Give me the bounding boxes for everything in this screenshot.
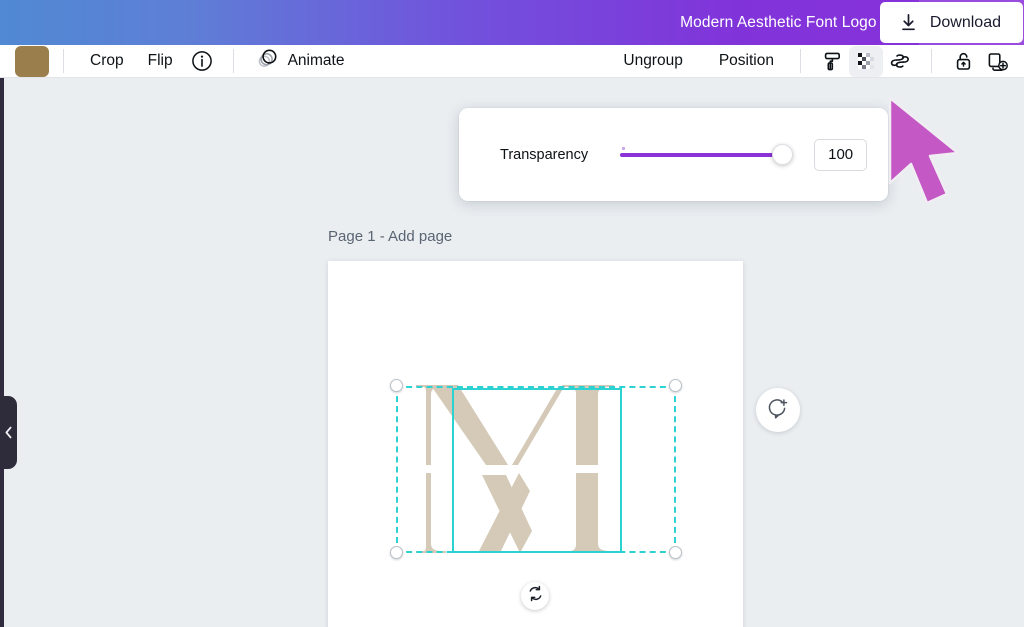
slider-track bbox=[620, 152, 788, 157]
resize-handle-bottom-right[interactable] bbox=[669, 546, 682, 559]
position-button[interactable]: Position bbox=[707, 46, 786, 76]
element-color-swatch[interactable] bbox=[15, 45, 49, 77]
toolbar-right-group: Ungroup Position bbox=[611, 45, 1024, 77]
logo-artwork-m[interactable] bbox=[386, 379, 686, 559]
chevron-left-icon bbox=[3, 425, 14, 440]
document-title: Modern Aesthetic Font Logo bbox=[680, 13, 877, 31]
flip-button[interactable]: Flip bbox=[136, 46, 185, 76]
resize-handle-bottom-left[interactable] bbox=[390, 546, 403, 559]
add-comment-icon bbox=[766, 396, 790, 425]
canva-editor-window: Modern Aesthetic Font Logo Share Downloa… bbox=[0, 0, 1024, 627]
design-page[interactable] bbox=[328, 261, 743, 627]
toolbar-divider-3 bbox=[800, 49, 801, 73]
slider-min-tick bbox=[622, 146, 626, 150]
slider-thumb[interactable] bbox=[772, 143, 794, 165]
crop-button[interactable]: Crop bbox=[78, 46, 136, 76]
toolbar-divider-4 bbox=[931, 49, 932, 73]
link-icon[interactable] bbox=[883, 46, 917, 77]
rotate-icon bbox=[527, 585, 544, 607]
toolbar-divider-2 bbox=[232, 49, 234, 73]
ungroup-button[interactable]: Ungroup bbox=[611, 46, 694, 76]
animate-label: Animate bbox=[287, 52, 345, 69]
animate-button[interactable]: Animate bbox=[248, 42, 357, 80]
transparency-slider[interactable] bbox=[620, 143, 794, 165]
paint-roller-icon[interactable] bbox=[815, 46, 849, 77]
transparency-value-input[interactable]: 100 bbox=[814, 138, 868, 171]
sidebar-collapse-toggle[interactable] bbox=[0, 396, 17, 469]
resize-handle-top-left[interactable] bbox=[390, 379, 403, 392]
element-toolbar: Crop Flip Animate Ungroup Position bbox=[0, 45, 1024, 78]
transparency-checkerboard-icon[interactable] bbox=[849, 45, 883, 77]
download-button-label: Download bbox=[929, 13, 1001, 31]
transparency-panel: Transparency 100 bbox=[459, 108, 888, 201]
toolbar-left-group: Crop Flip Animate bbox=[0, 42, 356, 80]
page-label[interactable]: Page 1 - Add page bbox=[328, 228, 452, 245]
left-rail bbox=[0, 78, 4, 627]
animate-circles-icon bbox=[256, 47, 279, 75]
info-circle-icon[interactable] bbox=[185, 46, 219, 77]
download-arrow-icon bbox=[900, 13, 917, 32]
duplicate-icon[interactable] bbox=[980, 46, 1014, 77]
toolbar-divider bbox=[63, 49, 64, 73]
transparency-label: Transparency bbox=[500, 146, 589, 163]
lock-open-icon[interactable] bbox=[946, 46, 980, 77]
top-bar: Modern Aesthetic Font Logo Share Downloa… bbox=[0, 0, 1024, 45]
add-comment-button[interactable] bbox=[756, 388, 800, 432]
resize-handle-top-right[interactable] bbox=[669, 379, 682, 392]
download-button[interactable]: Download bbox=[879, 2, 1023, 43]
rotate-handle[interactable] bbox=[521, 582, 549, 610]
